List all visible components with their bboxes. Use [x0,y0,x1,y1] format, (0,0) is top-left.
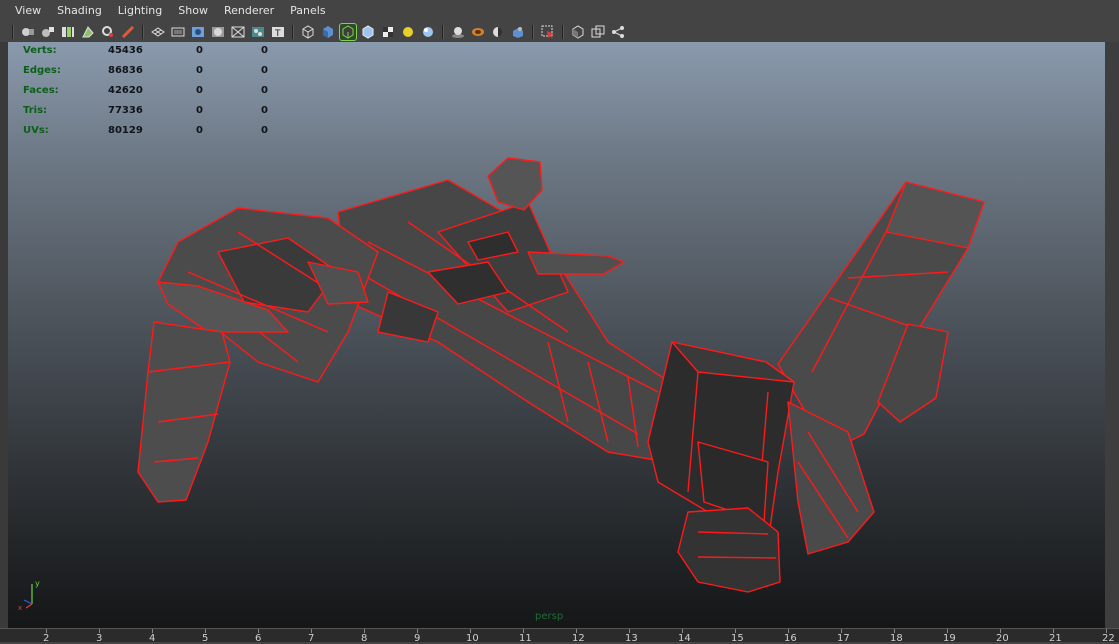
wireframe-on-shaded-icon[interactable] [339,23,357,41]
frame-tick: 2 [43,633,50,644]
toolbar-separator [12,25,14,39]
toolbar-separator [442,25,444,39]
frame-tick: 18 [890,633,903,644]
hud-value: 0 [196,85,203,96]
toolbar-separator [292,25,294,39]
menu-renderer[interactable]: Renderer [216,0,282,22]
grease-pencil-icon[interactable] [120,24,136,40]
textured-icon[interactable] [380,24,396,40]
hud-value: 77336 [108,105,143,116]
axis-y-label: y [35,579,40,588]
hud-value: 0 [261,45,268,56]
menu-shading[interactable]: Shading [49,0,110,22]
smooth-shade-icon[interactable] [320,24,336,40]
menu-view[interactable]: View [0,0,49,22]
frame-tick: 4 [149,633,156,644]
frame-tick: 7 [308,633,315,644]
multisample-aa-icon[interactable] [490,24,506,40]
hud-value: 0 [196,45,203,56]
perspective-viewport[interactable]: Verts: 45436 0 0 Edges: 86836 0 0 Faces:… [8,42,1105,628]
grid-icon[interactable] [150,24,166,40]
film-gate-icon[interactable] [170,24,186,40]
menu-lighting[interactable]: Lighting [110,0,170,22]
use-lights-icon[interactable] [400,24,416,40]
hud-value: 0 [196,105,203,116]
safe-title-icon[interactable]: T [270,24,286,40]
hud-value: 86836 [108,65,143,76]
menu-panels[interactable]: Panels [282,0,333,22]
xray-icon[interactable] [360,24,376,40]
2d-pan-zoom-icon[interactable] [100,24,116,40]
viewport-right-border [1105,42,1119,628]
share-icon[interactable] [610,24,626,40]
view-axis-icon: y x [18,579,40,612]
safe-action-icon[interactable] [250,24,266,40]
hud-value: 45436 [108,45,143,56]
axis-x-label: x [18,604,22,612]
hud-value: 42620 [108,85,143,96]
isolate-select-icon[interactable] [510,24,526,40]
toolbar-separator [532,25,534,39]
xray-joints-icon[interactable] [540,24,556,40]
frame-tick: 5 [202,633,209,644]
frame-tick: 14 [678,633,691,644]
shadows-icon[interactable] [420,24,436,40]
frame-tick: 17 [837,633,850,644]
hud-label: Verts: [23,45,57,56]
gate-mask-icon[interactable] [210,24,226,40]
image-plane-icon[interactable] [80,24,96,40]
frame-tick: 10 [466,633,479,644]
frame-tick: 9 [414,633,421,644]
hud-label: Edges: [23,65,61,76]
field-chart-icon[interactable] [230,24,246,40]
node-editor-icon[interactable] [590,24,606,40]
frame-tick: 6 [255,633,262,644]
resolution-gate-icon[interactable] [190,24,206,40]
hud-value: 0 [261,125,268,136]
svg-text:T: T [274,29,281,39]
frame-tick: 19 [943,633,956,644]
frame-tick: 11 [519,633,532,644]
hud-value: 0 [261,65,268,76]
frame-tick: 16 [784,633,797,644]
frame-tick: 22 [1102,633,1115,644]
screen-space-ao-icon[interactable] [450,24,466,40]
frame-tick: 20 [996,633,1009,644]
wireframe-icon[interactable] [300,24,316,40]
hud-value: 80129 [108,125,143,136]
motion-blur-icon[interactable] [470,24,486,40]
viewport-toolbar: T [0,22,1119,42]
frame-tick: 12 [572,633,585,644]
hud-label: Tris: [23,105,48,116]
frame-tick: 8 [361,633,368,644]
hud-label: Faces: [23,85,59,96]
hud-value: 0 [261,105,268,116]
hud-value: 0 [196,125,203,136]
hud-value: 0 [261,85,268,96]
spaceship-model[interactable] [8,42,1105,628]
xray-active-components-icon[interactable] [570,24,586,40]
hud-label: UVs: [23,125,49,136]
toolbar-separator [142,25,144,39]
camera-attributes-icon[interactable] [40,24,56,40]
frame-tick: 15 [731,633,744,644]
viewport-left-border [0,42,8,628]
menu-show[interactable]: Show [170,0,216,22]
hud-value: 0 [196,65,203,76]
camera-select-icon[interactable] [20,24,36,40]
viewport-menubar: View Shading Lighting Show Renderer Pane… [0,0,1119,22]
frame-tick: 13 [625,633,638,644]
camera-name-label: persp [535,611,564,622]
bookmark-icon[interactable] [60,24,76,40]
frame-tick: 3 [96,633,103,644]
time-slider[interactable]: 2 3 4 5 6 7 8 9 10 11 12 13 14 15 16 17 … [0,628,1119,644]
toolbar-separator [562,25,564,39]
frame-tick: 21 [1049,633,1062,644]
